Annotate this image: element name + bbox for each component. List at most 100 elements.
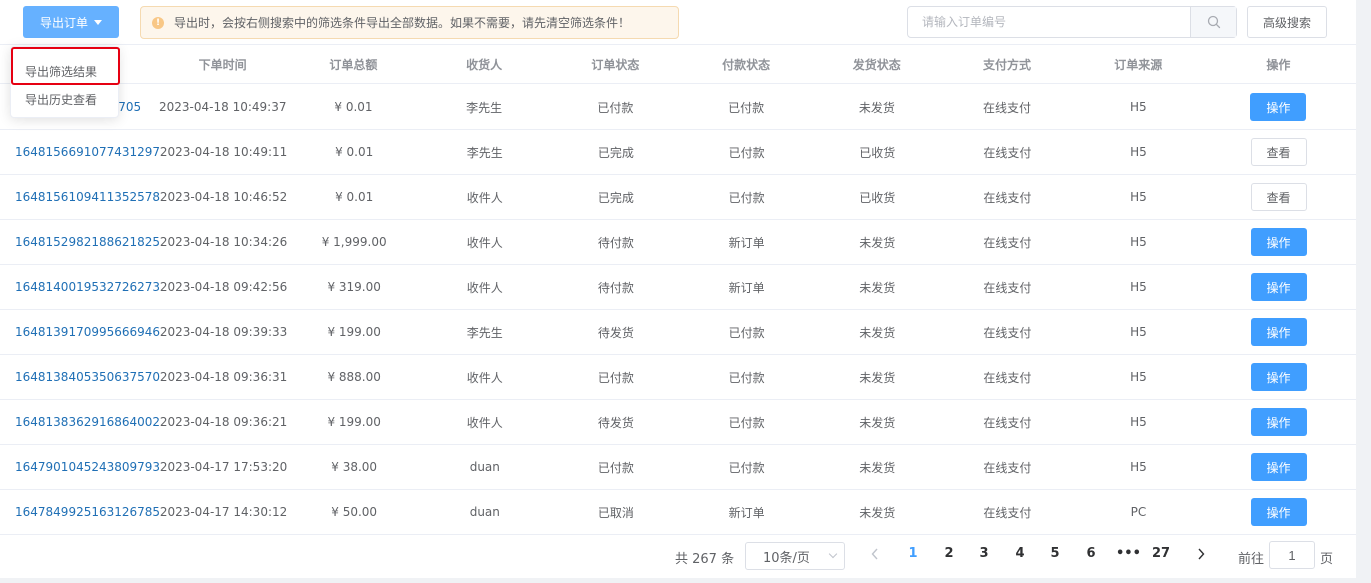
pay-status-cell: 已付款	[728, 415, 765, 430]
order-amount-cell: ¥ 0.01	[335, 145, 374, 159]
header-pay-method[interactable]: 支付方式	[938, 45, 1075, 83]
view-button[interactable]: 查看	[1250, 183, 1307, 211]
chevron-right-icon[interactable]	[1197, 548, 1205, 560]
page-number[interactable]: 27	[1151, 546, 1171, 561]
pay-method-cell: 在线支付	[983, 325, 1032, 340]
order-time-cell: 2023-04-18 10:49:11	[159, 145, 288, 159]
operate-button[interactable]: 操作	[1250, 318, 1307, 346]
ship-status-cell: 未发货	[859, 325, 896, 340]
order-number-link[interactable]: 1647901045243809793	[0, 445, 160, 489]
export-filtered-results-item[interactable]: 导出筛选结果	[11, 57, 120, 85]
receiver-cell: 李先生	[466, 100, 503, 115]
order-time-cell: 2023-04-18 09:39:33	[159, 325, 288, 339]
ship-status-cell: 已收货	[859, 190, 896, 205]
receiver-cell: 收件人	[466, 415, 503, 430]
operate-button[interactable]: 操作	[1250, 228, 1307, 256]
receiver-cell: duan	[469, 505, 500, 519]
page-number[interactable]: 6	[1081, 546, 1101, 561]
pay-method-cell: 在线支付	[983, 190, 1032, 205]
page-number[interactable]: 2	[939, 546, 959, 561]
total-count: 共 267 条	[675, 552, 735, 567]
ship-status-cell: 未发货	[859, 370, 896, 385]
operate-button[interactable]: 操作	[1250, 363, 1307, 391]
header-pay-status[interactable]: 付款状态	[677, 45, 815, 83]
order-search	[907, 6, 1237, 38]
order-status-cell: 待发货	[597, 325, 634, 340]
order-number-input[interactable]	[908, 7, 1190, 37]
order-number-link[interactable]: 1648156691077431297	[0, 130, 160, 174]
actions-cell: 操作	[1201, 490, 1356, 534]
order-number-link[interactable]: 1648152982188621825	[0, 220, 160, 264]
header-receiver[interactable]: 收货人	[415, 45, 554, 83]
pay-status-cell: 已付款	[728, 145, 765, 160]
order-status-cell: 待付款	[597, 280, 634, 295]
page-number[interactable]: 5	[1045, 546, 1065, 561]
view-button[interactable]: 查看	[1250, 138, 1307, 166]
ship-status-cell: 未发货	[859, 460, 896, 475]
order-number-link[interactable]: 1648140019532726273	[0, 265, 160, 309]
table-row: 1648156109411352578 2023-04-18 10:46:52 ¥ …	[0, 175, 1356, 220]
order-number-link[interactable]: 1648139170995666946	[0, 310, 160, 354]
order-time-cell: 2023-04-18 09:36:21	[159, 415, 288, 429]
order-status-cell: 已完成	[597, 145, 634, 160]
page-size-select[interactable]: 10条/页	[745, 542, 845, 570]
order-number-link[interactable]: 1648156109411352578	[0, 175, 160, 219]
order-source-cell: H5	[1130, 190, 1147, 204]
actions-cell: 操作	[1201, 265, 1356, 309]
receiver-cell: 收件人	[466, 190, 503, 205]
receiver-cell: 收件人	[466, 235, 503, 250]
order-number-link[interactable]: 1648138362916864002	[0, 400, 160, 444]
receiver-cell: 李先生	[466, 145, 503, 160]
operate-button[interactable]: 操作	[1250, 408, 1307, 436]
order-time-cell: 2023-04-18 10:49:37	[159, 100, 287, 114]
actions-cell: 操作	[1201, 445, 1356, 489]
chevron-left-icon[interactable]	[871, 548, 879, 560]
header-ship-status[interactable]: 发货状态	[815, 45, 938, 83]
order-time-cell: 2023-04-18 10:34:26	[159, 235, 288, 249]
receiver-cell: 李先生	[466, 325, 503, 340]
order-source-cell: H5	[1129, 100, 1147, 114]
order-number-link[interactable]: 1647849925163126785	[0, 490, 160, 534]
export-orders-button[interactable]: 导出订单	[23, 6, 119, 38]
actions-cell: 操作	[1201, 220, 1356, 264]
orders-panel: 导出订单 ! 导出时，会按右侧搜索中的筛选条件导出全部数据。如果不需要，请先清空…	[0, 0, 1356, 578]
operate-button[interactable]: 操作	[1250, 453, 1307, 481]
advanced-search-button[interactable]: 高级搜索	[1247, 6, 1327, 38]
header-order-source[interactable]: 订单来源	[1076, 45, 1201, 83]
actions-cell: 查看	[1201, 130, 1356, 174]
pay-status-cell: 新订单	[728, 280, 765, 295]
header-order-time[interactable]: 下单时间	[153, 45, 292, 83]
operate-button[interactable]: 操作	[1250, 93, 1307, 121]
goto-suffix: 页	[1320, 552, 1334, 567]
order-source-cell: H5	[1130, 415, 1147, 429]
goto-page-input[interactable]	[1269, 541, 1315, 569]
pay-method-cell: 在线支付	[983, 280, 1032, 295]
order-time-cell: 2023-04-18 09:36:31	[159, 370, 288, 384]
header-order-status[interactable]: 订单状态	[554, 45, 677, 83]
export-orders-label: 导出订单	[39, 15, 88, 30]
more-pages-button[interactable]: •••	[1116, 546, 1141, 561]
header-order-amount[interactable]: 订单总额	[292, 45, 414, 83]
ship-status-cell: 未发货	[859, 505, 896, 520]
table-row: 1648156691077431297 2023-04-18 10:49:11 ¥ …	[0, 130, 1356, 175]
operate-button[interactable]: 操作	[1250, 498, 1307, 526]
page-number[interactable]: 1	[903, 546, 923, 561]
pay-method-cell: 在线支付	[983, 235, 1032, 250]
page-scrollbar-track	[1356, 0, 1371, 583]
order-time-cell: 2023-04-17 14:30:12	[159, 505, 288, 519]
search-button[interactable]	[1190, 7, 1236, 37]
table-row: 1648140019532726273 2023-04-18 09:42:56 ¥ …	[0, 265, 1356, 310]
pay-method-cell: 在线支付	[983, 415, 1032, 430]
operate-button[interactable]: 操作	[1250, 273, 1307, 301]
order-amount-cell: ¥ 0.01	[335, 190, 374, 204]
ship-status-cell: 未发货	[859, 280, 896, 295]
ship-status-cell: 未发货	[859, 415, 896, 430]
order-number-link[interactable]: 1648138405350637570	[0, 355, 160, 399]
export-history-item[interactable]: 导出历史查看	[11, 85, 120, 113]
order-status-cell: 待付款	[597, 235, 634, 250]
page-number[interactable]: 3	[974, 546, 994, 561]
table-row: 1648139170995666946 2023-04-18 09:39:33 ¥ …	[0, 310, 1356, 355]
order-source-cell: H5	[1130, 460, 1147, 474]
page-number[interactable]: 4	[1010, 546, 1030, 561]
order-amount-cell: ¥ 199.00	[327, 415, 381, 429]
